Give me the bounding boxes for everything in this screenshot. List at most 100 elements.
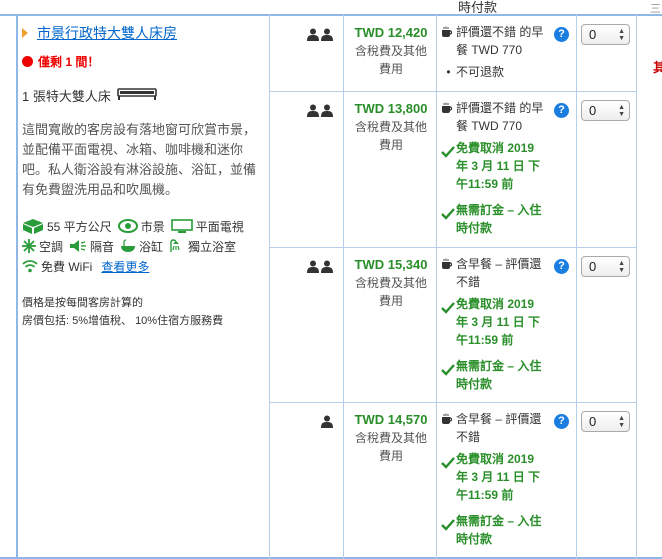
- price-subtext: 含稅費及其他: [354, 276, 427, 290]
- amenity-bathtub: 浴缸: [120, 238, 163, 255]
- occupancy-icons: [321, 415, 333, 431]
- meal-plan-line: 餐 TWD 770: [456, 119, 523, 133]
- bed-label: 1 張特大雙人床: [22, 89, 111, 104]
- conditions-cell: 評價還不錯 的早餐 TWD 770 免費取消 2019 年 3 月 11 日 下午1…: [441, 99, 576, 237]
- no-prepayment-line: 無需訂金 – 入住: [456, 359, 542, 373]
- check-icon: [441, 512, 456, 536]
- free-cancellation-line: 年 3 月 11 日 下: [456, 159, 541, 173]
- amenity-view: 市景: [117, 218, 165, 235]
- free-cancellation-line: 年 3 月 11 日 下: [456, 315, 541, 329]
- no-prepayment-line: 無需訂金 – 入住: [456, 514, 542, 528]
- free-cancellation-line: 免費取消 2019: [456, 297, 535, 311]
- free-cancellation-line: 午11:59 前: [456, 177, 514, 191]
- meal-plan-line: 含早餐 – 評價還: [456, 257, 542, 271]
- coffee-cup-icon: [441, 23, 456, 43]
- no-prepayment: 無需訂金 – 入住 時付款: [441, 512, 576, 548]
- price-cell: TWD 12,420 含稅費及其他 費用: [345, 24, 437, 78]
- amenity-soundproof-label: 隔音: [90, 239, 115, 254]
- expand-triangle-icon: [22, 28, 28, 38]
- room-quantity-select[interactable]: 0 ▲ ▼: [581, 100, 630, 121]
- amenity-private-bath-label: 獨立浴室: [188, 239, 237, 254]
- person-icon: [321, 415, 333, 431]
- room-quantity-select[interactable]: 0 ▲ ▼: [581, 24, 630, 45]
- room-quantity-value: 0: [589, 259, 597, 274]
- speaker-icon: [70, 240, 87, 252]
- select-arrows-icon: ▲ ▼: [618, 27, 625, 42]
- select-arrows-icon: ▲ ▼: [618, 414, 625, 429]
- conditions-cell: 含早餐 – 評價還 不錯免費取消 2019 年 3 月 11 日 下午11:59 前…: [441, 255, 576, 393]
- price-subtext: 含稅費及其他: [354, 120, 427, 134]
- free-cancellation-line: 年 3 月 11 日 下: [456, 470, 541, 484]
- select-arrows-icon: ▲ ▼: [618, 103, 625, 118]
- conditions-cell: 含早餐 – 評價還 不錯 免費取消 2019 年 3 月 11 日 下午11:59 前…: [441, 410, 576, 548]
- occupancy-icons: [307, 28, 333, 44]
- info-question-icon[interactable]: ?: [554, 414, 569, 429]
- amenity-wifi: 免費 WiFi: [22, 258, 92, 275]
- meal-plan-line: 評價還不錯 的早: [456, 101, 544, 115]
- info-question-icon[interactable]: ?: [554, 103, 569, 118]
- room-quantity-value: 0: [589, 103, 597, 118]
- info-question-icon[interactable]: ?: [554, 27, 569, 42]
- person-icon: [307, 104, 319, 120]
- price-subtext: 含稅費及其他: [354, 431, 427, 445]
- free-cancellation: 免費取消 2019 年 3 月 11 日 下午11:59 前: [441, 295, 576, 349]
- non-refundable: • 不可退款: [441, 63, 576, 81]
- meal-plan-line: 不錯: [456, 275, 481, 289]
- meal-plan-line: 含早餐 – 評價還: [456, 412, 542, 426]
- alert-dot-icon: [22, 56, 33, 67]
- info-question-icon[interactable]: ?: [554, 259, 569, 274]
- free-cancellation-line: 午11:59 前: [456, 333, 514, 347]
- room-size-icon: [23, 218, 43, 234]
- meal-plan-line: 餐 TWD 770: [456, 43, 523, 57]
- check-icon: [441, 295, 456, 319]
- table-left-border: [16, 14, 18, 559]
- price-note-line-1: 價格是按每間客房計算的: [22, 297, 143, 309]
- column-divider: [576, 14, 577, 559]
- select-arrows-icon: ▲ ▼: [618, 259, 625, 274]
- price-cell: TWD 15,340 含稅費及其他 費用: [345, 256, 437, 310]
- free-cancellation: 免費取消 2019 年 3 月 11 日 下午11:59 前: [441, 450, 576, 504]
- amenity-wifi-label: 免費 WiFi: [41, 259, 93, 274]
- bullet-icon: •: [446, 65, 451, 79]
- person-icon: [321, 104, 333, 120]
- check-icon: [441, 450, 456, 474]
- clipped-edge-red-text: 其: [653, 60, 662, 75]
- occupancy-icons: [307, 260, 333, 276]
- price-cell: TWD 13,800 含稅費及其他 費用: [345, 100, 437, 154]
- person-icon: [321, 260, 333, 276]
- price-subtext: 含稅費及其他: [354, 44, 427, 58]
- free-cancellation-line: 午11:59 前: [456, 488, 514, 502]
- price-subtext: 費用: [378, 138, 403, 152]
- amenity-ac: 空調: [22, 238, 63, 255]
- meal-plan-line: 評價還不錯 的早: [456, 25, 544, 39]
- amenity-tv-label: 平面電視: [195, 219, 244, 234]
- free-cancellation-line: 免費取消 2019: [456, 141, 535, 155]
- check-icon: [441, 139, 456, 163]
- room-title-link[interactable]: 市景行政特大雙人床房: [37, 23, 177, 43]
- price-note-line-2: 房價包括: 5%增值稅、 10%住宿方服務費: [22, 315, 224, 327]
- scarcity-badge: 僅剩 1 間！: [22, 53, 264, 70]
- no-prepayment: 無需訂金 – 入住 時付款: [441, 201, 576, 237]
- free-cancellation: 免費取消 2019 年 3 月 11 日 下午11:59 前: [441, 139, 576, 193]
- price-amount: TWD 14,570: [354, 412, 428, 427]
- price-subtext: 費用: [378, 294, 403, 308]
- room-quantity-select[interactable]: 0 ▲ ▼: [581, 411, 630, 432]
- check-icon: [441, 357, 456, 381]
- price-amount: TWD 13,800: [354, 101, 428, 116]
- room-quantity-select[interactable]: 0 ▲ ▼: [581, 256, 630, 277]
- price-subtext: 費用: [378, 62, 403, 76]
- bed-type: 1 張特大雙人床: [22, 86, 264, 105]
- see-more-link[interactable]: 查看更多: [101, 258, 149, 275]
- price-note: 價格是按每間客房計算的 房價包括: 5%增值稅、 10%住宿方服務費: [22, 294, 264, 330]
- amenity-bathtub-label: 浴缸: [139, 239, 164, 254]
- row-divider: [269, 247, 636, 248]
- no-prepayment-line: 時付款: [456, 221, 493, 235]
- bathtub-icon: [121, 239, 136, 252]
- person-icon: [321, 28, 333, 44]
- coffee-cup-icon: [441, 410, 456, 430]
- check-icon: [441, 201, 456, 225]
- tv-icon: [170, 218, 193, 233]
- coffee-cup-icon: [441, 255, 456, 275]
- row-divider: [269, 91, 636, 92]
- wifi-icon: [22, 260, 38, 273]
